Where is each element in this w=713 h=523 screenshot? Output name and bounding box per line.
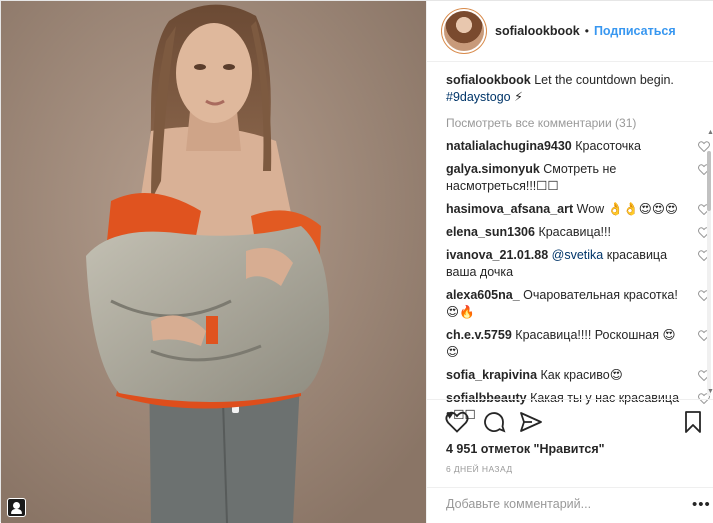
comment-input[interactable]	[446, 497, 686, 511]
heart-icon[interactable]	[445, 410, 469, 434]
comment-text: Как красиво😍	[540, 368, 623, 382]
add-comment-bar: •••	[427, 487, 713, 523]
post-actions: 4 951 отметок "Нравится" 6 ДНЕЙ НАЗАД ••…	[427, 399, 713, 515]
user-tag-icon[interactable]	[7, 498, 26, 517]
comment-text: Красавица!!!	[538, 225, 611, 239]
comment-username[interactable]: alexa605na_	[446, 288, 520, 302]
avatar[interactable]	[444, 11, 484, 51]
scroll-up-arrow[interactable]: ▲	[707, 129, 713, 136]
follow-button[interactable]: Подписаться	[594, 24, 676, 38]
caption-hashtag[interactable]: #9daystogo	[446, 90, 511, 104]
comment-mention[interactable]: @svetika	[552, 248, 604, 262]
comments-list[interactable]: sofialookbook Let the countdown begin. #…	[446, 72, 712, 430]
post-photo[interactable]	[1, 1, 426, 523]
comment-item: natalialachugina9430 Красоточка	[446, 138, 712, 155]
comment-username[interactable]: ch.e.v.5759	[446, 328, 512, 342]
post-header: sofialookbook • Подписаться	[427, 1, 713, 62]
comment-item: ch.e.v.5759 Красавица!!!! Роскошная 😍😍	[446, 327, 712, 361]
comment-text: Wow 👌👌😍😍😍	[576, 202, 678, 216]
post-details-panel: sofialookbook • Подписаться sofialookboo…	[426, 1, 713, 523]
comment-username[interactable]: natalialachugina9430	[446, 139, 572, 153]
caption-text: Let the countdown begin.	[534, 73, 674, 87]
comment-text: Красоточка	[575, 139, 641, 153]
header-username[interactable]: sofialookbook	[495, 24, 580, 38]
comment-item: galya.simonyuk Смотреть не насмотреться!…	[446, 161, 712, 195]
comments-scrollbar[interactable]	[707, 151, 711, 396]
comment-username[interactable]: elena_sun1306	[446, 225, 535, 239]
fashion-photo	[1, 1, 426, 523]
instagram-post: sofialookbook • Подписаться sofialookboo…	[0, 0, 713, 523]
comment-username[interactable]: sofia_krapivina	[446, 368, 537, 382]
bookmark-icon[interactable]	[681, 410, 705, 434]
post-timestamp: 6 ДНЕЙ НАЗАД	[446, 464, 513, 474]
view-all-comments-link[interactable]: Посмотреть все комментарии (31)	[446, 114, 712, 132]
comment-item: elena_sun1306 Красавица!!!	[446, 224, 712, 241]
likes-count[interactable]: 4 951 отметок "Нравится"	[446, 442, 605, 456]
comment-item: sofia_krapivina Как красиво😍	[446, 367, 712, 384]
comment-username[interactable]: hasimova_afsana_art	[446, 202, 573, 216]
comment-username[interactable]: ivanova_21.01.88	[446, 248, 548, 262]
comment-item: alexa605na_ Очаровательная красотка! 😍🔥	[446, 287, 712, 321]
comment-icon[interactable]	[482, 410, 506, 434]
post-caption: sofialookbook Let the countdown begin. #…	[446, 72, 712, 106]
comment-username[interactable]: galya.simonyuk	[446, 162, 540, 176]
scroll-down-arrow[interactable]: ▼	[707, 388, 713, 395]
caption-emoji: ⚡	[514, 90, 523, 104]
comment-item: hasimova_afsana_art Wow 👌👌😍😍😍	[446, 201, 712, 218]
header-separator: •	[584, 24, 589, 38]
comment-item: ivanova_21.01.88 @svetika красавица ваша…	[446, 247, 712, 281]
caption-username[interactable]: sofialookbook	[446, 73, 531, 87]
more-options-icon[interactable]: •••	[692, 496, 711, 513]
share-icon[interactable]	[519, 410, 543, 434]
